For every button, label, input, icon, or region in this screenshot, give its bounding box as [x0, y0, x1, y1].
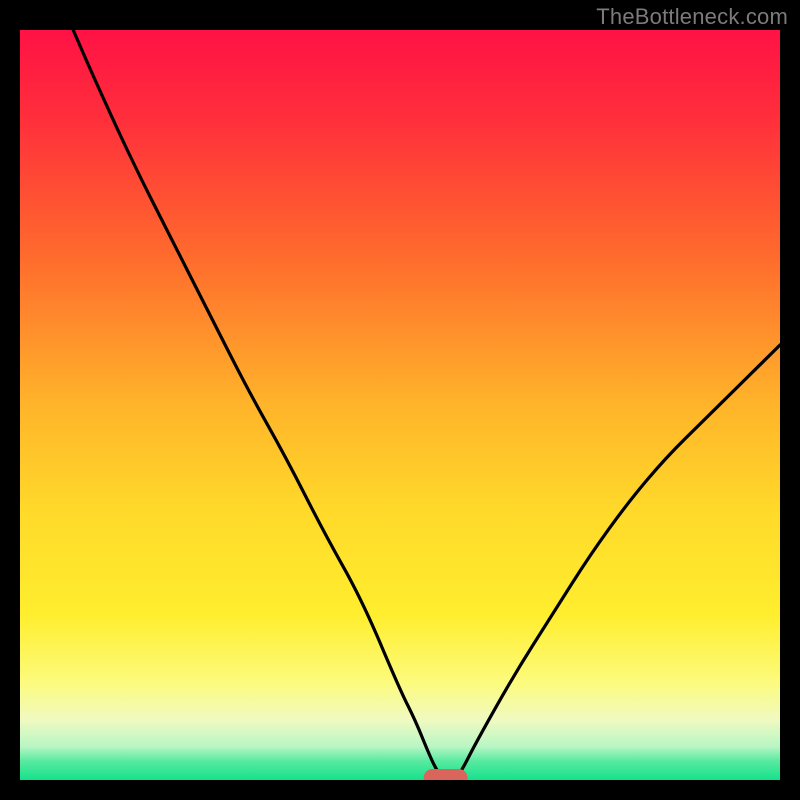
optimal-marker	[424, 769, 468, 780]
bottleneck-plot	[20, 30, 780, 780]
watermark-text: TheBottleneck.com	[596, 4, 788, 30]
gradient-background	[20, 30, 780, 780]
chart-frame: TheBottleneck.com	[0, 0, 800, 800]
